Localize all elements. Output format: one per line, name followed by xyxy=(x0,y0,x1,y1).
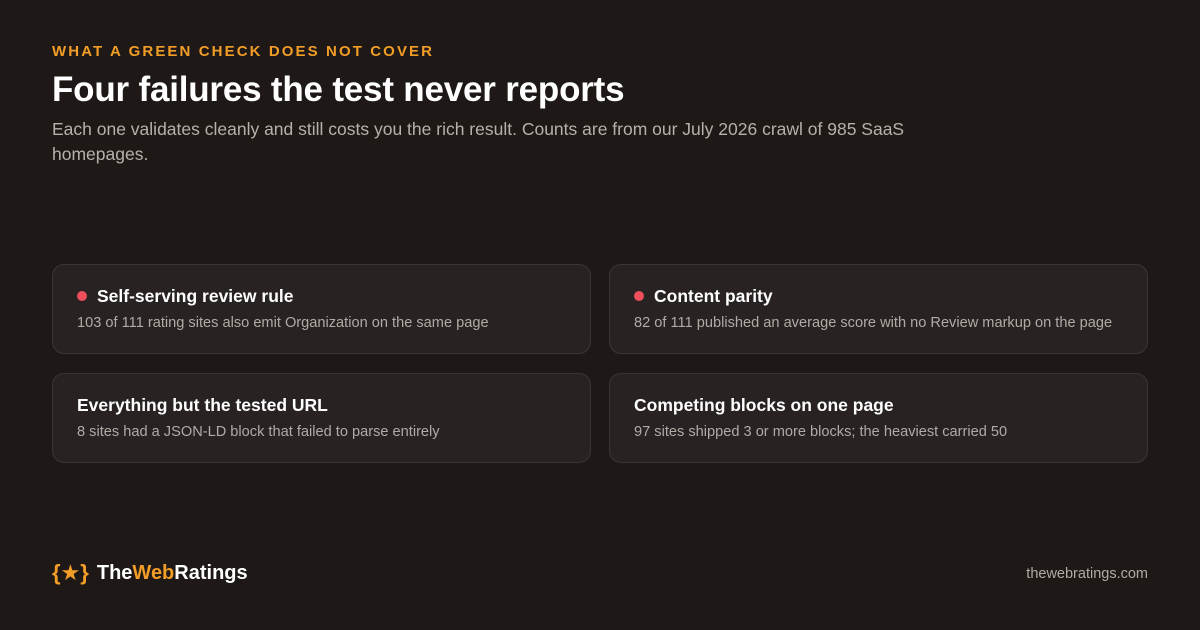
card-header: Content parity xyxy=(634,286,1123,306)
page-subtitle: Each one validates cleanly and still cos… xyxy=(52,119,905,164)
page: WHAT A GREEN CHECK DOES NOT COVER Four f… xyxy=(0,0,1200,630)
card-title: Competing blocks on one page xyxy=(634,395,894,415)
card-header: Competing blocks on one page xyxy=(634,395,1123,415)
star-braces-icon: {★} xyxy=(52,560,89,585)
failure-card: Self-serving review rule 103 of 111 rati… xyxy=(52,264,591,354)
brand-name-part: The xyxy=(96,562,133,584)
page-title: Four failures the test never reports xyxy=(52,70,625,109)
failure-card: Everything but the tested URL 8 sites ha… xyxy=(52,373,591,463)
card-description: 97 sites shipped 3 or more blocks; the h… xyxy=(634,424,1008,440)
eyebrow-label: WHAT A GREEN CHECK DOES NOT COVER xyxy=(52,43,435,60)
brand-logo: {★} TheWebRatings xyxy=(52,560,248,586)
brand-name: TheWebRatings xyxy=(97,560,248,586)
failure-card: Competing blocks on one page 97 sites sh… xyxy=(609,373,1148,463)
card-title: Everything but the tested URL xyxy=(77,395,328,415)
card-header: Self-serving review rule xyxy=(77,286,566,306)
brand-name-accent: Web xyxy=(132,562,175,584)
card-title: Content parity xyxy=(654,286,773,306)
failure-card-grid: Self-serving review rule 103 of 111 rati… xyxy=(52,264,1148,463)
card-description: 82 of 111 published an average score wit… xyxy=(634,315,1113,331)
red-dot-icon xyxy=(77,291,87,301)
red-dot-icon xyxy=(634,291,644,301)
card-header: Everything but the tested URL xyxy=(77,395,566,415)
failure-card: Content parity 82 of 111 published an av… xyxy=(609,264,1148,354)
card-title: Self-serving review rule xyxy=(97,286,294,306)
card-description: 103 of 111 rating sites also emit Organi… xyxy=(77,315,489,331)
card-description: 8 sites had a JSON-LD block that failed … xyxy=(77,424,440,440)
brand-name-part: Ratings xyxy=(174,562,248,584)
site-url: thewebratings.com xyxy=(1026,566,1148,582)
